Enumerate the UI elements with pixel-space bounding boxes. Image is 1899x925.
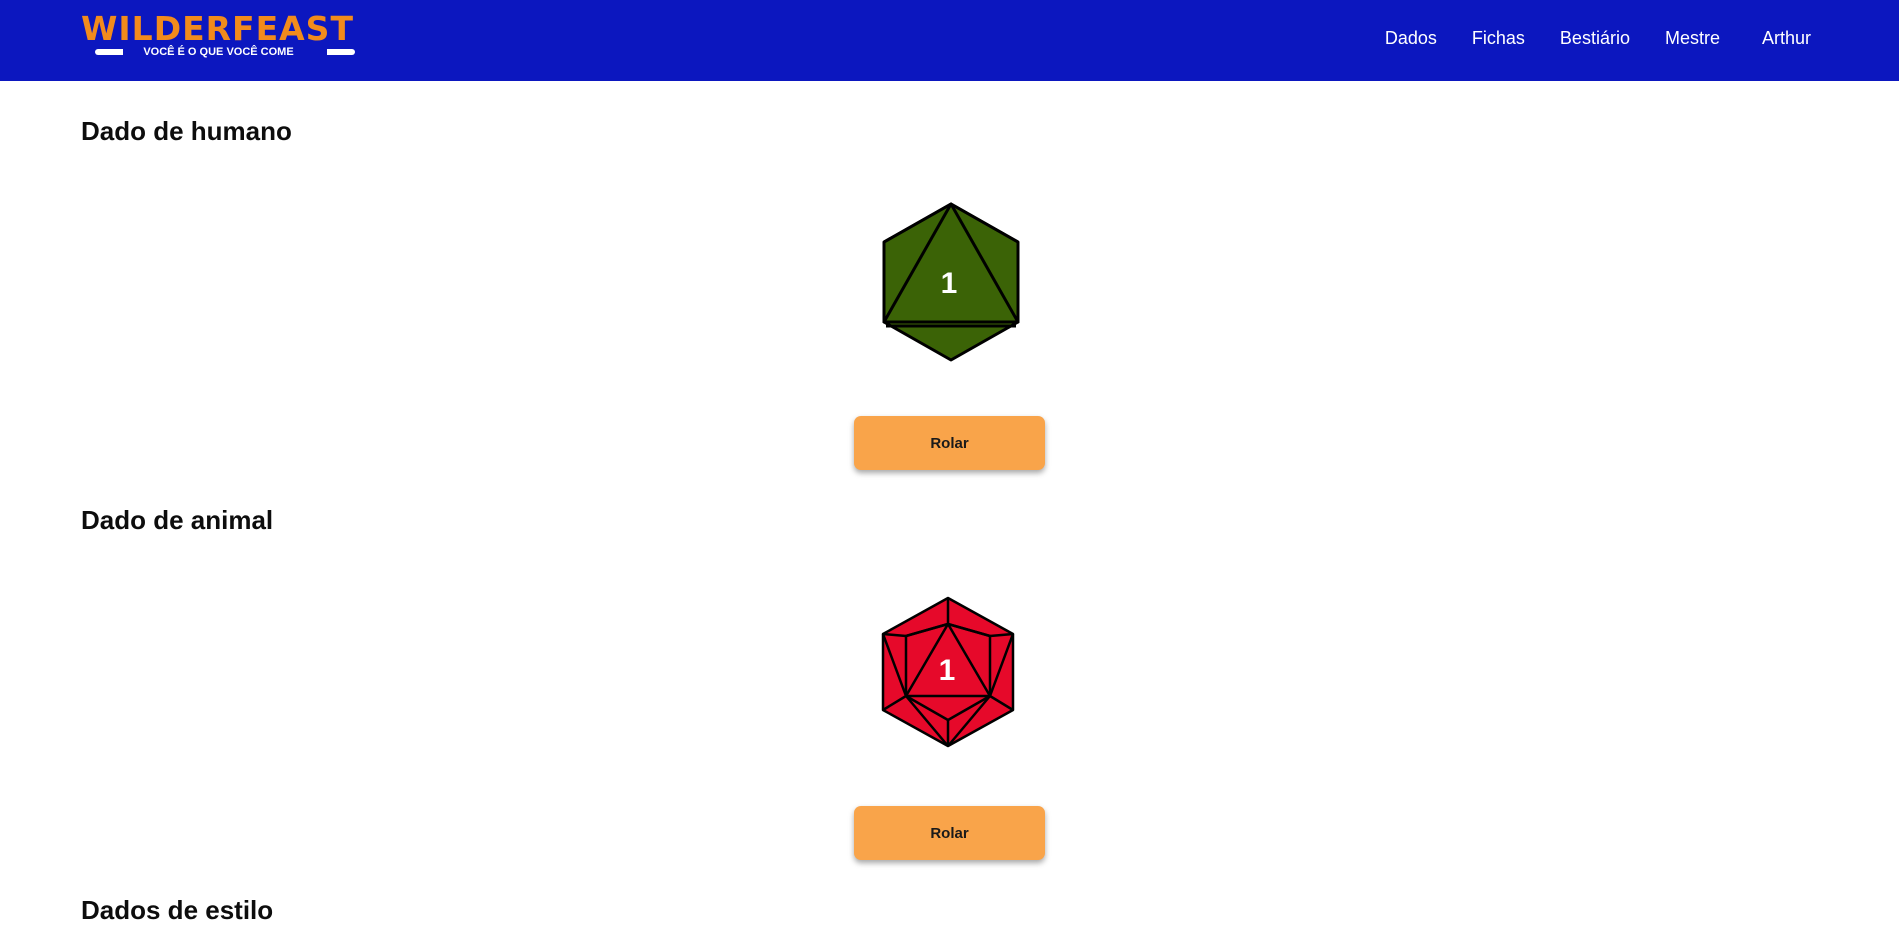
- logo-subtitle: VOCÊ É O QUE VOCÊ COME: [143, 46, 294, 58]
- navbar: WILDERFEAST VOCÊ É O QUE VOCÊ COME Dados…: [0, 0, 1899, 81]
- roll-human-button[interactable]: Rolar: [854, 416, 1045, 470]
- section-title-estilo: Dados de estilo: [81, 895, 274, 925]
- nav-link-dados[interactable]: Dados: [1385, 26, 1437, 50]
- nav-link-mestre[interactable]: Mestre: [1665, 26, 1720, 50]
- d8-die-icon[interactable]: 1: [880, 202, 1022, 362]
- nav-link-bestiario[interactable]: Bestiário: [1560, 26, 1630, 50]
- section-title-animal: Dado de animal: [81, 505, 274, 535]
- site-logo[interactable]: WILDERFEAST VOCÊ É O QUE VOCÊ COME: [81, 12, 356, 58]
- die-value: 1: [939, 654, 956, 687]
- nav-link-fichas[interactable]: Fichas: [1472, 26, 1525, 50]
- d20-die-icon[interactable]: 1: [880, 596, 1016, 748]
- die-value: 1: [941, 267, 958, 300]
- section-title-humano: Dado de humano: [81, 116, 292, 146]
- main-nav: Dados Fichas Bestiário Mestre Arthur: [1350, 26, 1811, 50]
- knife-icon: [327, 49, 355, 55]
- logo-title: WILDERFEAST: [81, 9, 354, 48]
- nav-user-menu[interactable]: Arthur: [1762, 26, 1811, 50]
- roll-animal-button[interactable]: Rolar: [854, 806, 1045, 860]
